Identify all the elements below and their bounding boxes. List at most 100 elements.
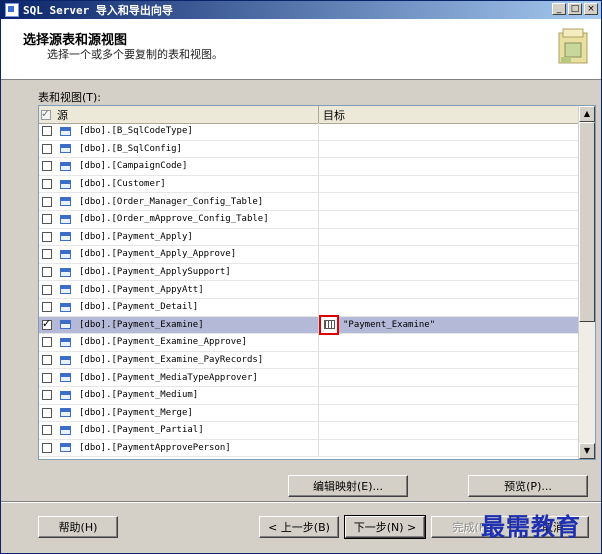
- row-checkbox[interactable]: [42, 302, 52, 313]
- scroll-down-arrow-icon[interactable]: ▼: [579, 443, 595, 459]
- table-row[interactable]: [dbo].[Payment_Partial]: [39, 422, 579, 440]
- table-row[interactable]: [dbo].[Payment_Apply_Approve]: [39, 246, 579, 264]
- table-row[interactable]: [dbo].[Payment_ApplySupport]: [39, 263, 579, 282]
- table-row[interactable]: [dbo].[Order_mApprove_Config_Table]: [39, 210, 579, 229]
- table-icon: [60, 214, 71, 224]
- title-bar[interactable]: SQL Server 导入和导出向导 _ □ ×: [1, 1, 601, 19]
- vertical-scrollbar[interactable]: ▲ ▼: [578, 106, 595, 459]
- scroll-up-arrow-icon[interactable]: ▲: [579, 106, 595, 122]
- table-icon: [60, 126, 71, 136]
- row-checkbox[interactable]: [42, 337, 52, 348]
- target-cell[interactable]: [319, 334, 579, 351]
- table-row[interactable]: [dbo].[B_SqlConfig]: [39, 140, 579, 159]
- table-name: [dbo].[Payment_Apply_Approve]: [79, 249, 237, 260]
- row-checkbox[interactable]: [42, 284, 52, 295]
- table-name: [dbo].[Payment_Medium]: [79, 390, 199, 401]
- table-name: [dbo].[B_SqlCodeType]: [79, 126, 193, 137]
- grid-rows: [dbo].[B_SqlCodeType] [dbo].[B_SqlConfig]…: [39, 123, 579, 458]
- table-icon: [60, 443, 71, 453]
- table-icon: [60, 408, 71, 418]
- table-row[interactable]: [dbo].[Payment_AppyAtt]: [39, 281, 579, 299]
- row-checkbox[interactable]: [42, 407, 52, 418]
- target-cell[interactable]: [319, 246, 579, 263]
- table-icon: [60, 285, 71, 295]
- target-cell[interactable]: [319, 264, 579, 281]
- target-cell[interactable]: [319, 176, 579, 193]
- table-name: [dbo].[Order_Manager_Config_Table]: [79, 196, 264, 207]
- source-cell: [dbo].[Order_Manager_Config_Table]: [39, 193, 319, 210]
- table-row[interactable]: [dbo].[Payment_Examine_Approve]: [39, 334, 579, 352]
- maximize-button[interactable]: □: [568, 3, 582, 15]
- row-checkbox[interactable]: [42, 161, 52, 172]
- target-cell[interactable]: [319, 211, 579, 228]
- row-checkbox[interactable]: [42, 143, 52, 154]
- target-cell[interactable]: [319, 422, 579, 439]
- table-icon: [60, 302, 71, 312]
- target-cell[interactable]: [319, 440, 579, 457]
- target-cell[interactable]: [319, 281, 579, 298]
- target-cell[interactable]: [319, 387, 579, 404]
- row-checkbox[interactable]: [42, 425, 52, 436]
- next-button[interactable]: 下一步(N) >: [344, 515, 426, 539]
- preview-button[interactable]: 预览(P)...: [468, 475, 588, 497]
- target-cell[interactable]: [319, 158, 579, 175]
- row-checkbox[interactable]: [42, 231, 52, 242]
- target-cell[interactable]: [319, 141, 579, 158]
- table-row[interactable]: [dbo].[CampaignCode]: [39, 158, 579, 176]
- table-row[interactable]: [dbo].[Payment_Detail]: [39, 298, 579, 317]
- table-row[interactable]: [dbo].[Payment_MediaTypeApprover]: [39, 369, 579, 387]
- target-cell[interactable]: [319, 229, 579, 246]
- table-row[interactable]: [dbo].[Payment_Examine_PayRecords]: [39, 351, 579, 370]
- source-cell: [dbo].[Order_mApprove_Config_Table]: [39, 210, 319, 228]
- window-title: SQL Server 导入和导出向导: [23, 4, 173, 17]
- minimize-button[interactable]: _: [552, 3, 566, 15]
- target-column-header[interactable]: 目标: [319, 106, 579, 123]
- edit-mappings-button[interactable]: 编辑映射(E)...: [288, 475, 408, 497]
- table-row[interactable]: [dbo].[Payment_Apply]: [39, 228, 579, 247]
- back-button[interactable]: < 上一步(B): [259, 516, 339, 538]
- row-checkbox[interactable]: [42, 126, 52, 137]
- source-column-label: 源: [57, 108, 68, 122]
- watermark-text: 最需教育: [481, 512, 581, 541]
- target-cell[interactable]: [319, 123, 579, 140]
- table-row[interactable]: [dbo].[B_SqlCodeType]: [39, 123, 579, 141]
- row-checkbox[interactable]: [42, 390, 52, 401]
- row-checkbox[interactable]: [42, 267, 52, 278]
- table-name: [dbo].[Customer]: [79, 179, 166, 190]
- table-row[interactable]: [dbo].[Payment_Merge]: [39, 404, 579, 423]
- source-cell: [dbo].[PaymentApprovePerson]: [39, 439, 319, 457]
- target-cell[interactable]: [319, 405, 579, 422]
- help-button[interactable]: 帮助(H): [38, 516, 118, 538]
- target-cell[interactable]: [319, 299, 579, 316]
- table-row[interactable]: [dbo].[Payment_Examine] "Payment_Examine": [39, 314, 579, 335]
- row-checkbox[interactable]: [42, 355, 52, 366]
- close-button[interactable]: ×: [584, 3, 598, 15]
- wizard-logo-icon: [558, 28, 588, 64]
- row-checkbox[interactable]: [42, 179, 52, 190]
- wizard-header: 选择源表和源视图 选择一个或多个要复制的表和视图。: [1, 19, 601, 80]
- row-checkbox[interactable]: [42, 442, 52, 453]
- row-checkbox[interactable]: [42, 249, 52, 260]
- source-cell: [dbo].[Customer]: [39, 175, 319, 193]
- table-row[interactable]: [dbo].[Payment_Medium]: [39, 386, 579, 405]
- source-column-header[interactable]: 源: [39, 106, 319, 123]
- source-cell: [dbo].[Payment_Medium]: [39, 386, 319, 404]
- destination-table-icon[interactable]: [319, 314, 339, 335]
- table-row[interactable]: [dbo].[Customer]: [39, 175, 579, 194]
- target-cell[interactable]: [319, 352, 579, 369]
- target-cell[interactable]: [319, 193, 579, 210]
- row-checkbox[interactable]: [42, 214, 52, 225]
- row-checkbox[interactable]: [42, 372, 52, 383]
- target-cell[interactable]: "Payment_Examine": [319, 314, 579, 335]
- target-column-label: 目标: [323, 108, 345, 122]
- table-row[interactable]: [dbo].[PaymentApprovePerson]: [39, 439, 579, 458]
- source-cell: [dbo].[Payment_ApplySupport]: [39, 263, 319, 281]
- table-row[interactable]: [dbo].[Order_Manager_Config_Table]: [39, 193, 579, 211]
- table-name: [dbo].[PaymentApprovePerson]: [79, 442, 231, 453]
- row-checkbox[interactable]: [42, 317, 52, 330]
- select-all-checkbox[interactable]: [41, 107, 51, 120]
- row-checkbox[interactable]: [42, 196, 52, 207]
- target-cell[interactable]: [319, 369, 579, 386]
- tables-grid[interactable]: 源 目标 [dbo].[B_SqlCodeType][dbo].[B_SqlCo…: [38, 105, 596, 460]
- scroll-thumb[interactable]: [579, 122, 595, 322]
